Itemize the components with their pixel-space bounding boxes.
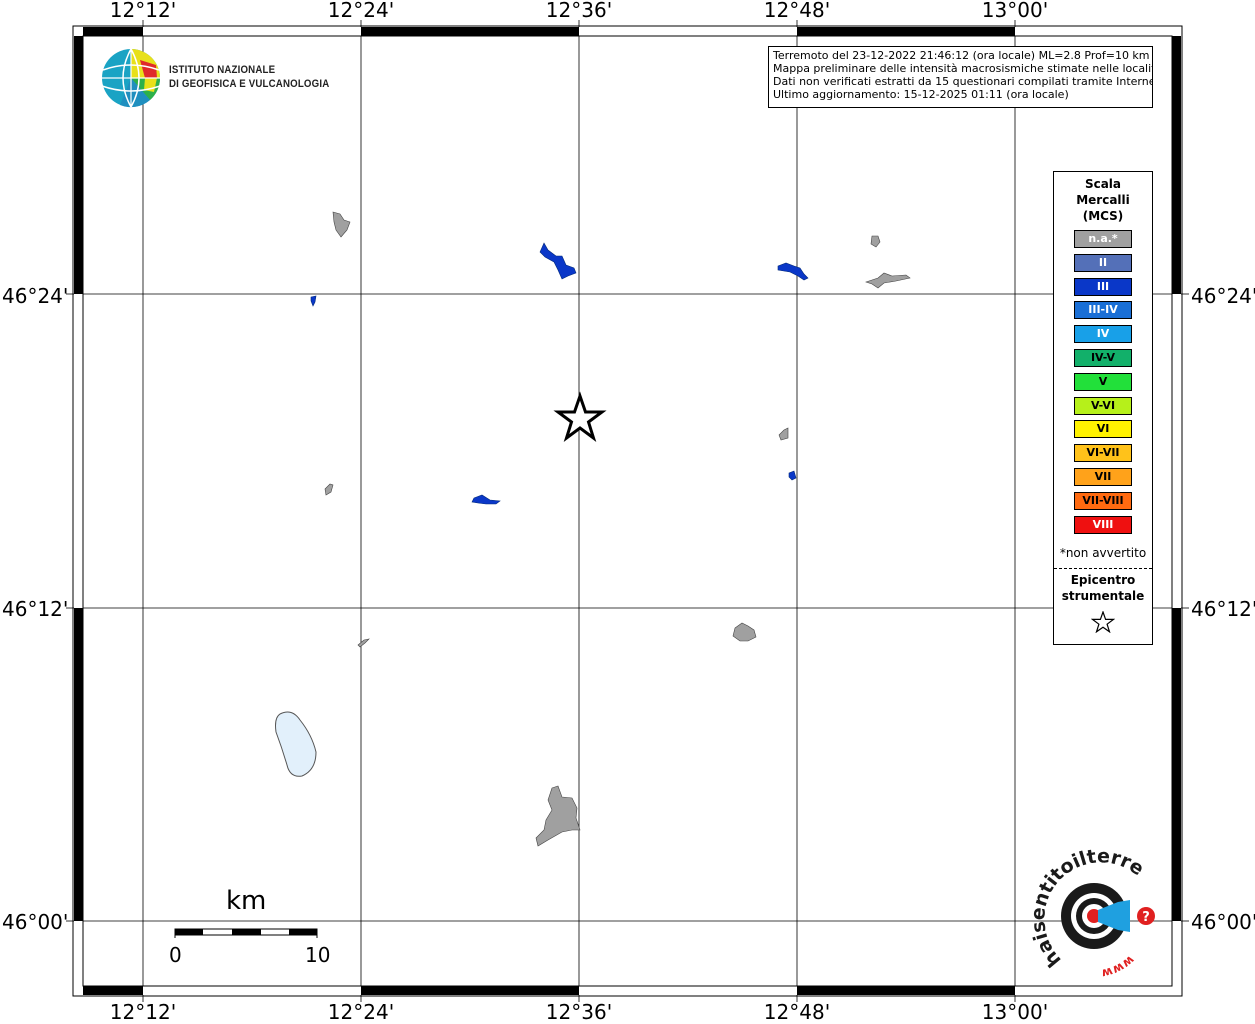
legend-title-line2: Mercalli: [1076, 193, 1130, 207]
legend-swatch: III-IV: [1074, 301, 1132, 320]
lake: [275, 711, 317, 777]
legend-epicenter-line1: Epicentro: [1070, 573, 1136, 587]
top-tick-label: 12°12': [109, 0, 177, 22]
svg-text:?: ?: [1142, 910, 1150, 925]
epicenter-star-icon: [553, 391, 607, 442]
legend-title-line3: (MCS): [1082, 209, 1124, 223]
legend-title-line1: Scala: [1084, 177, 1122, 191]
right-tick-label: 46°24': [1191, 284, 1255, 308]
legend-star-icon: [1091, 611, 1115, 633]
event-info-line3: Dati non verificati estratti da 15 quest…: [773, 75, 1153, 88]
top-tick-label: 12°48': [763, 0, 831, 22]
legend-note: *non avvertito: [1059, 546, 1147, 560]
bottom-tick-label: 12°24': [327, 1000, 395, 1024]
legend-swatch: IV-V: [1074, 349, 1132, 367]
municipalities-intensity-iii: [310, 242, 809, 505]
top-tick-label: 13°00': [981, 0, 1049, 22]
scale-max: 10: [305, 943, 331, 967]
map-border-inner: [82, 35, 1173, 987]
legend-swatch: III: [1074, 277, 1132, 296]
frame-checker-top: [83, 27, 1015, 36]
haisentito-url-text: www.: [0, 0, 1137, 981]
left-tick-label: 46°00': [2, 910, 69, 934]
event-info-line2: Mappa preliminare delle intensità macros…: [773, 62, 1153, 75]
scale-min: 0: [169, 943, 182, 967]
legend-swatch: V-VI: [1074, 396, 1132, 415]
institute-name-line2: DI GEOFISICA E VULCANOLOGIA: [169, 78, 330, 90]
legend-swatch: VI-VII: [1074, 444, 1132, 463]
haisentito-ring-text: haisentitoilterremoto.it www.: [0, 0, 1148, 981]
grid-lines: [66, 20, 1189, 1002]
legend-swatch: VIII: [1074, 515, 1132, 534]
institute-name-line1: ISTITUTO NAZIONALE: [169, 64, 276, 76]
legend-swatch: VI: [1074, 420, 1132, 439]
legend-swatch: n.a.*: [1074, 230, 1132, 248]
bottom-tick-label: 13°00': [981, 1000, 1049, 1024]
frame-checker-right: [1172, 36, 1181, 921]
legend-swatch: VII: [1074, 468, 1132, 486]
municipalities-not-felt: [324, 211, 911, 847]
intensity-legend: Scala Mercalli (MCS) n.a.* II III III-IV IV I…: [1053, 171, 1153, 645]
legend-separator: [1054, 568, 1152, 569]
bottom-tick-label: 12°36': [545, 1000, 613, 1024]
scale-unit: km: [226, 886, 267, 916]
event-info-box: Terremoto del 23-12-2022 21:46:12 (ora l…: [768, 46, 1153, 108]
legend-epicenter-line2: strumentale: [1061, 589, 1145, 603]
legend-swatch: V: [1074, 372, 1132, 391]
bottom-tick-label: 12°48': [763, 1000, 831, 1024]
legend-swatch: IV: [1074, 325, 1132, 344]
top-tick-label: 12°24': [327, 0, 395, 22]
frame-checker-left: [74, 36, 83, 921]
left-tick-label: 46°12': [2, 597, 69, 621]
legend-swatch: VII-VIII: [1074, 491, 1132, 510]
right-tick-label: 46°12': [1191, 597, 1255, 621]
legend-swatch: II: [1074, 253, 1132, 272]
svg-text:www.: www.: [0, 0, 1137, 981]
right-tick-label: 46°00': [1191, 910, 1255, 934]
haisentito-logo-icon: ?: [1061, 883, 1155, 949]
event-info-line4: Ultimo aggiornamento: 15-12-2025 01:11 (…: [773, 88, 1069, 101]
map-border-outer: [72, 25, 1183, 997]
ingv-logo-icon: [101, 48, 161, 108]
frame-checker-bottom: [83, 986, 1015, 995]
bottom-tick-label: 12°12': [109, 1000, 177, 1024]
top-tick-label: 12°36': [545, 0, 613, 22]
event-info-line1: Terremoto del 23-12-2022 21:46:12 (ora l…: [773, 49, 1150, 62]
left-tick-label: 46°24': [2, 284, 69, 308]
scale-bar: [174, 928, 318, 938]
